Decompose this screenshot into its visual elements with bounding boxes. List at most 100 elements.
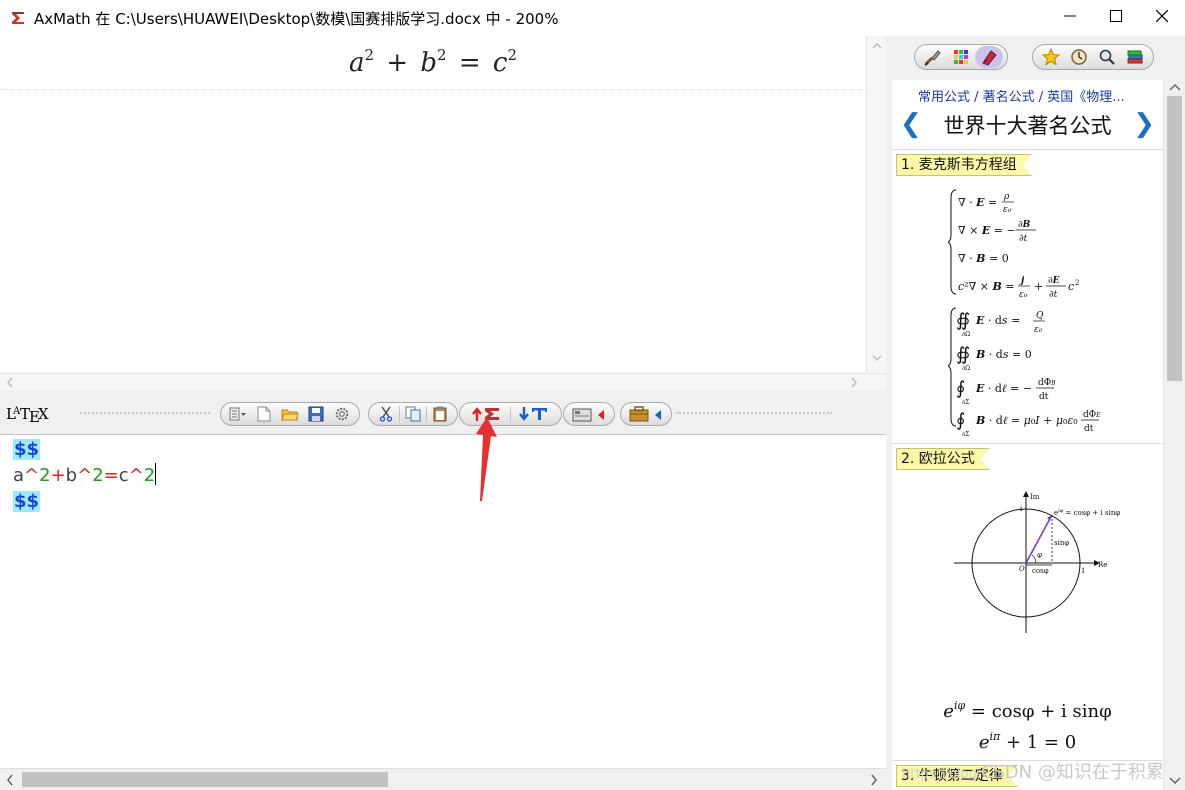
tab-library[interactable]: [1121, 46, 1149, 68]
code-equals: =: [103, 465, 119, 486]
convert-to-latex-icon: [519, 407, 547, 421]
euler-formula[interactable]: eiφ = cosφ + i sinφ: [892, 699, 1163, 722]
svg-text:∇ × E = −: ∇ × E = −: [958, 224, 1016, 237]
preview-hscroll-arrows-icon: [6, 377, 858, 388]
svg-text:j: j: [1019, 276, 1025, 286]
code-caret-2: ^: [77, 465, 93, 486]
svg-text:2: 2: [1075, 279, 1079, 287]
svg-text:Q: Q: [1036, 311, 1044, 321]
export-button[interactable]: [568, 404, 610, 424]
svg-text:X: X: [38, 405, 49, 422]
code-line-2: a^2+b^2=c^2: [13, 463, 157, 489]
svg-text:∂E: ∂E: [1048, 276, 1060, 286]
preview-var-c: c: [492, 48, 508, 78]
code-caret-3: ^: [128, 465, 144, 486]
paste-icon: [433, 406, 447, 422]
svg-text:∂t: ∂t: [1049, 290, 1058, 300]
axmath-window: AxMath 在 C:\Users\HUAWEI\Desktop\数模\国赛排版…: [0, 0, 1185, 790]
code-var-a: a: [13, 465, 25, 486]
edit-button-group: [368, 402, 458, 426]
svg-text:∂Σ: ∂Σ: [962, 431, 969, 436]
maxwell-equations-image[interactable]: ∇ · E = ρ ε₀ ∇ × E = − ∂B ∂t ∇ · B = 0 c²∇…: [948, 186, 1118, 436]
euler-identity[interactable]: eiπ + 1 = 0: [892, 730, 1163, 753]
latex-editor[interactable]: $$ a^2+b^2=c^2 $$: [0, 417, 886, 768]
latex-logo: L A T E X: [6, 404, 50, 426]
code-num-2: 2: [92, 465, 104, 486]
preview-horizontal-scrollbar[interactable]: [0, 373, 886, 390]
svg-text:E · dℓ = −: E · dℓ = −: [975, 382, 1032, 395]
watermark-url: https://blog.: [902, 767, 981, 782]
svg-text:∯: ∯: [956, 310, 970, 331]
library-vertical-scrollbar[interactable]: [1163, 80, 1185, 790]
svg-text:B · dℓ = μ₀I + μ₀ε₀: B · dℓ = μ₀I + μ₀ε₀: [975, 414, 1078, 427]
preview-vertical-scrollbar[interactable]: [866, 36, 886, 373]
preview-plus: +: [386, 48, 409, 78]
section-divider-1: [892, 443, 1163, 444]
svg-text:dt: dt: [1039, 392, 1049, 402]
bookmark-icon: [982, 50, 997, 66]
svg-text:sinφ: sinφ: [1054, 539, 1069, 547]
toolbox-icon: [629, 406, 661, 422]
svg-text:∂Ω: ∂Ω: [962, 365, 970, 372]
euler-exp: iφ: [953, 699, 966, 712]
convert-to-latex-button[interactable]: [511, 404, 557, 424]
paste-button[interactable]: [427, 404, 453, 424]
tab-history[interactable]: [1065, 46, 1093, 68]
next-page-arrow-icon[interactable]: ❯: [1133, 108, 1155, 139]
open-folder-button[interactable]: [277, 404, 303, 424]
formula-preview[interactable]: a2 + b2 = c2: [0, 36, 866, 373]
editor-horizontal-scrollbar[interactable]: [0, 768, 886, 790]
code-line-3: $$: [13, 489, 156, 515]
svg-text:∂B: ∂B: [1018, 220, 1031, 230]
cut-button[interactable]: [373, 404, 399, 424]
copy-button[interactable]: [400, 404, 426, 424]
svg-text:c²∇ × B =: c²∇ × B =: [958, 280, 1015, 293]
tab-search[interactable]: [1093, 46, 1121, 68]
new-document-button[interactable]: [251, 404, 277, 424]
euler-rest: = cosφ + i sinφ: [970, 701, 1112, 722]
math-delimiter-open: $$: [13, 439, 41, 460]
tab-favorites[interactable]: [1037, 46, 1065, 68]
red-annotation-arrow-icon: [476, 417, 497, 501]
svg-text:∇ · B = 0: ∇ · B = 0: [958, 252, 1009, 265]
settings-button[interactable]: [329, 404, 355, 424]
library-breadcrumb[interactable]: 常用公式 / 著名公式 / 英国《物理...: [918, 86, 1125, 105]
title-bar: AxMath 在 C:\Users\HUAWEI\Desktop\数模\国赛排版…: [0, 0, 1185, 36]
svg-text:∂Ω: ∂Ω: [962, 331, 970, 338]
preview-exp-a: 2: [364, 46, 375, 64]
euler-unit-circle-image[interactable]: Im Re O 1 i φ cosφ sinφ eiφ = cosφ + i s…: [948, 485, 1138, 635]
open-folder-icon: [281, 409, 299, 421]
save-button[interactable]: [303, 404, 329, 424]
math-delimiter-close: $$: [13, 491, 41, 512]
minimize-button[interactable]: [1047, 0, 1093, 32]
code-caret-1: ^: [24, 465, 40, 486]
library-scroll-thumb[interactable]: [1167, 96, 1182, 381]
toolbox-button[interactable]: [625, 404, 667, 424]
svg-text:c: c: [1068, 280, 1074, 293]
settings-icon: [335, 407, 349, 421]
close-button[interactable]: [1139, 0, 1185, 32]
editor-hscroll-thumb[interactable]: [22, 772, 388, 787]
copy-icon: [405, 406, 421, 422]
maximize-button[interactable]: [1093, 0, 1139, 32]
euler-identity-exp: iπ: [989, 730, 1001, 743]
section-label-maxwell[interactable]: 1. 麦克斯韦方程组: [896, 154, 1032, 176]
svg-text:ε₀: ε₀: [1019, 290, 1028, 300]
library-content: 常用公式 / 著名公式 / 英国《物理... ❮ 世界十大著名公式 ❯ 1. 麦…: [892, 80, 1163, 790]
tab-bookmark[interactable]: [975, 46, 1003, 68]
file-button-group: [220, 402, 360, 426]
svg-text:∮: ∮: [956, 378, 965, 399]
close-icon: [1156, 10, 1168, 22]
tab-symbol-grid[interactable]: [947, 46, 975, 68]
svg-text:dΦE: dΦE: [1083, 410, 1101, 420]
watermark-text: CSDN @知识在于积累: [980, 762, 1164, 783]
list-menu-button[interactable]: [225, 404, 251, 424]
svg-text:dt: dt: [1084, 424, 1094, 434]
svg-text:E · ds =: E · ds =: [975, 314, 1020, 327]
code-var-c: c: [118, 465, 129, 486]
section-label-euler[interactable]: 2. 欧拉公式: [896, 448, 990, 470]
toolbar-dots-right: [676, 412, 832, 414]
tab-brush[interactable]: [919, 46, 947, 68]
formula-library-panel: 常用公式 / 著名公式 / 英国《物理... ❮ 世界十大著名公式 ❯ 1. 麦…: [892, 36, 1185, 790]
svg-text:ε₀: ε₀: [1003, 205, 1012, 215]
